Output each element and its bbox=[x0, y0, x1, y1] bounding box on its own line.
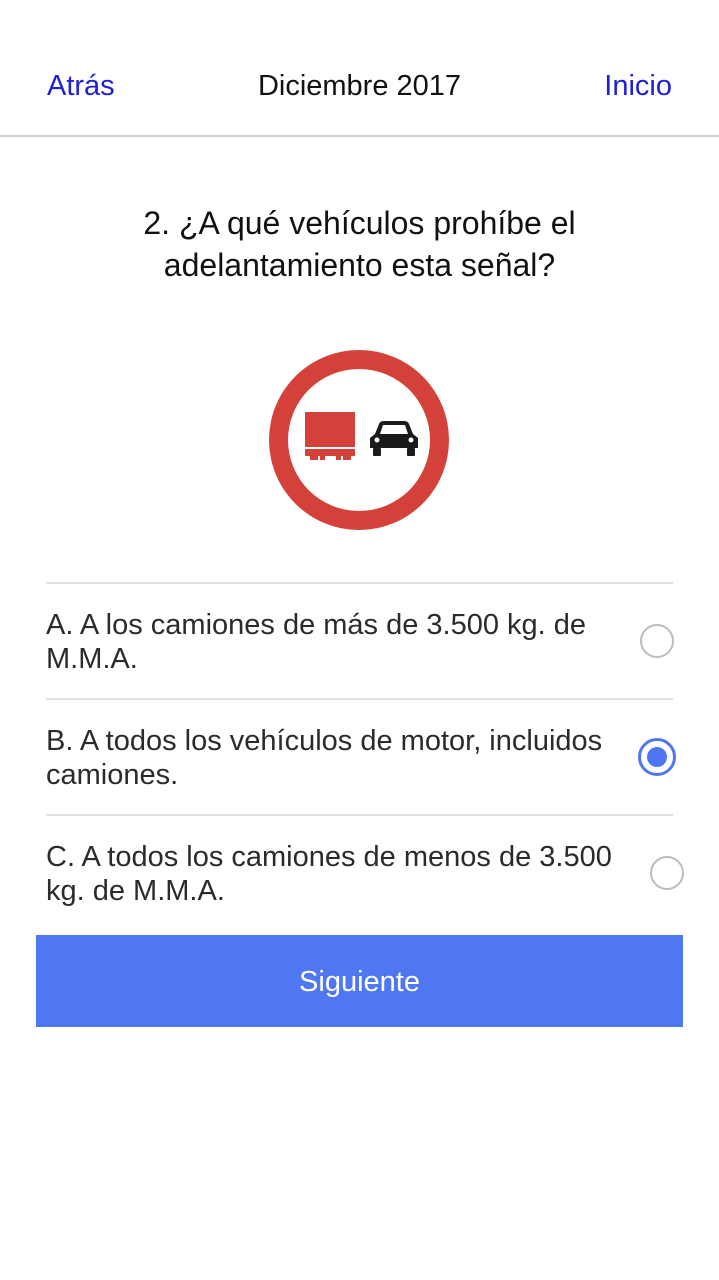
option-b[interactable]: B. A todos los vehículos de motor, inclu… bbox=[46, 698, 676, 814]
option-a[interactable]: A. A los camiones de más de 3.500 kg. de… bbox=[46, 582, 674, 698]
option-c-label: C. A todos los camiones de menos de 3.50… bbox=[46, 841, 612, 907]
option-a-label: A. A los camiones de más de 3.500 kg. de… bbox=[46, 609, 587, 675]
no-overtaking-for-trucks-sign-icon bbox=[269, 350, 449, 530]
option-c-radio[interactable] bbox=[650, 856, 684, 890]
next-button[interactable]: Siguiente bbox=[36, 935, 683, 1027]
option-b-label: B. A todos los vehículos de motor, inclu… bbox=[46, 725, 603, 791]
answer-options: A. A los camiones de más de 3.500 kg. de… bbox=[46, 582, 684, 930]
option-b-radio-selected[interactable] bbox=[638, 738, 676, 776]
navigation-bar: Atrás Diciembre 2017 Inicio bbox=[0, 0, 719, 137]
question-text: 2. ¿A qué vehículos prohíbe el adelantam… bbox=[143, 205, 576, 283]
option-c[interactable]: C. A todos los camiones de menos de 3.50… bbox=[46, 814, 684, 930]
option-a-radio[interactable] bbox=[640, 624, 674, 658]
home-button[interactable]: Inicio bbox=[604, 70, 672, 103]
